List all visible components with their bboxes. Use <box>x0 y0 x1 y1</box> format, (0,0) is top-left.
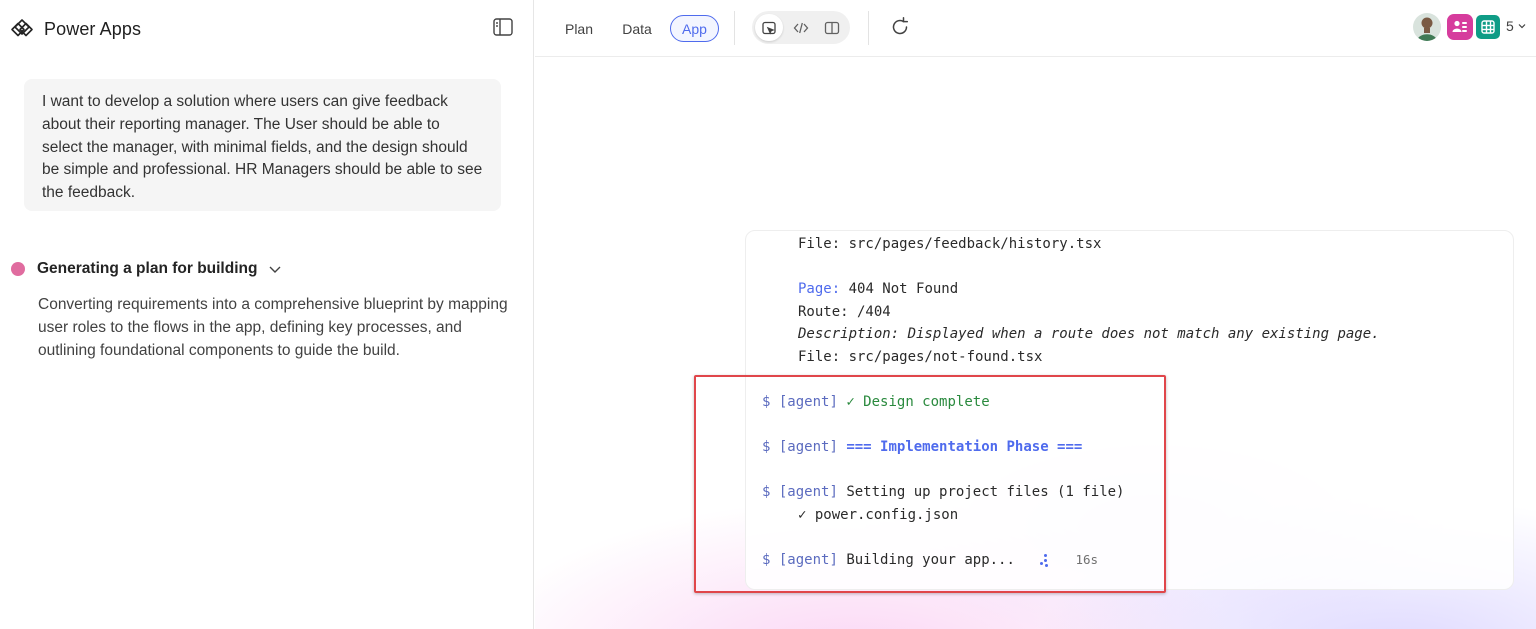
log-line-config-file: ✓ power.config.json <box>798 507 959 523</box>
log-phase-title: === Implementation Phase === <box>846 439 1083 455</box>
top-toolbar: Plan Data App 5 <box>535 0 1536 57</box>
log-line-history-file: File: src/pages/feedback/history.tsx <box>798 236 1102 252</box>
log-prompt-symbol: $ <box>762 439 771 455</box>
log-page-value: 404 Not Found <box>840 281 959 297</box>
log-prompt-symbol: $ <box>762 394 771 410</box>
log-line-design-complete: $ [agent] ✓ Design complete <box>762 392 990 412</box>
log-line-file: File: src/pages/not-found.tsx <box>798 349 1043 365</box>
loading-spinner-icon <box>1040 553 1050 567</box>
log-prompt-symbol: $ <box>762 552 771 568</box>
collaborator-count[interactable]: 5 <box>1506 18 1527 34</box>
log-agent-tag: [agent] <box>778 394 838 410</box>
plan-status-toggle[interactable]: Generating a plan for building <box>11 258 283 280</box>
log-setup-text: Setting up project files (1 file) <box>846 484 1125 500</box>
status-dot-icon <box>11 262 25 276</box>
tab-data[interactable]: Data <box>615 15 659 42</box>
log-agent-tag: [agent] <box>778 484 838 500</box>
team-app-icon[interactable] <box>1447 14 1473 40</box>
log-agent-tag: [agent] <box>778 439 838 455</box>
user-prompt-bubble: I want to develop a solution where users… <box>24 79 501 211</box>
log-line-description: Description: Displayed when a route does… <box>798 326 1380 342</box>
log-line-route: Route: /404 <box>798 304 891 320</box>
log-agent-tag: [agent] <box>778 552 838 568</box>
status-description: Converting requirements into a comprehen… <box>38 296 508 359</box>
collaborator-count-value: 5 <box>1506 18 1514 34</box>
refresh-icon[interactable] <box>889 16 913 40</box>
log-prompt-symbol: $ <box>762 484 771 500</box>
log-building-text: Building your app... <box>846 552 1015 568</box>
chevron-down-icon <box>1518 24 1526 29</box>
tab-app[interactable]: App <box>670 15 719 42</box>
log-line-page: Page: 404 Not Found <box>798 279 958 299</box>
elapsed-time: 16s <box>1075 552 1099 567</box>
log-line-phase: $ [agent] === Implementation Phase === <box>762 437 1082 457</box>
preview-icon[interactable] <box>755 14 783 41</box>
log-design-complete: ✓ Design complete <box>846 394 990 410</box>
view-mode-switcher <box>752 11 850 44</box>
toolbar-divider <box>734 11 735 45</box>
app-title: Power Apps <box>44 18 142 39</box>
chevron-down-icon[interactable] <box>267 261 283 277</box>
split-view-icon[interactable] <box>818 14 846 41</box>
avatar[interactable] <box>1413 13 1441 41</box>
panel-toggle-icon[interactable] <box>492 17 516 39</box>
log-line-building: $ [agent] Building your app... 16s <box>762 550 1098 570</box>
table-app-icon[interactable] <box>1474 13 1502 41</box>
toolbar-divider <box>868 11 869 45</box>
tab-plan[interactable]: Plan <box>556 15 602 42</box>
log-line-setup: $ [agent] Setting up project files (1 fi… <box>762 482 1124 502</box>
main-canvas: File: src/pages/feedback/history.tsx Pag… <box>535 58 1536 629</box>
left-panel: Power Apps I want to develop a solution … <box>0 0 534 629</box>
brand: Power Apps <box>10 15 141 43</box>
build-log-panel: File: src/pages/feedback/history.tsx Pag… <box>745 230 1514 590</box>
power-apps-logo-icon <box>10 17 34 41</box>
log-page-key: Page: <box>798 281 841 297</box>
status-label: Generating a plan for building <box>37 260 258 277</box>
code-icon[interactable] <box>787 14 815 41</box>
